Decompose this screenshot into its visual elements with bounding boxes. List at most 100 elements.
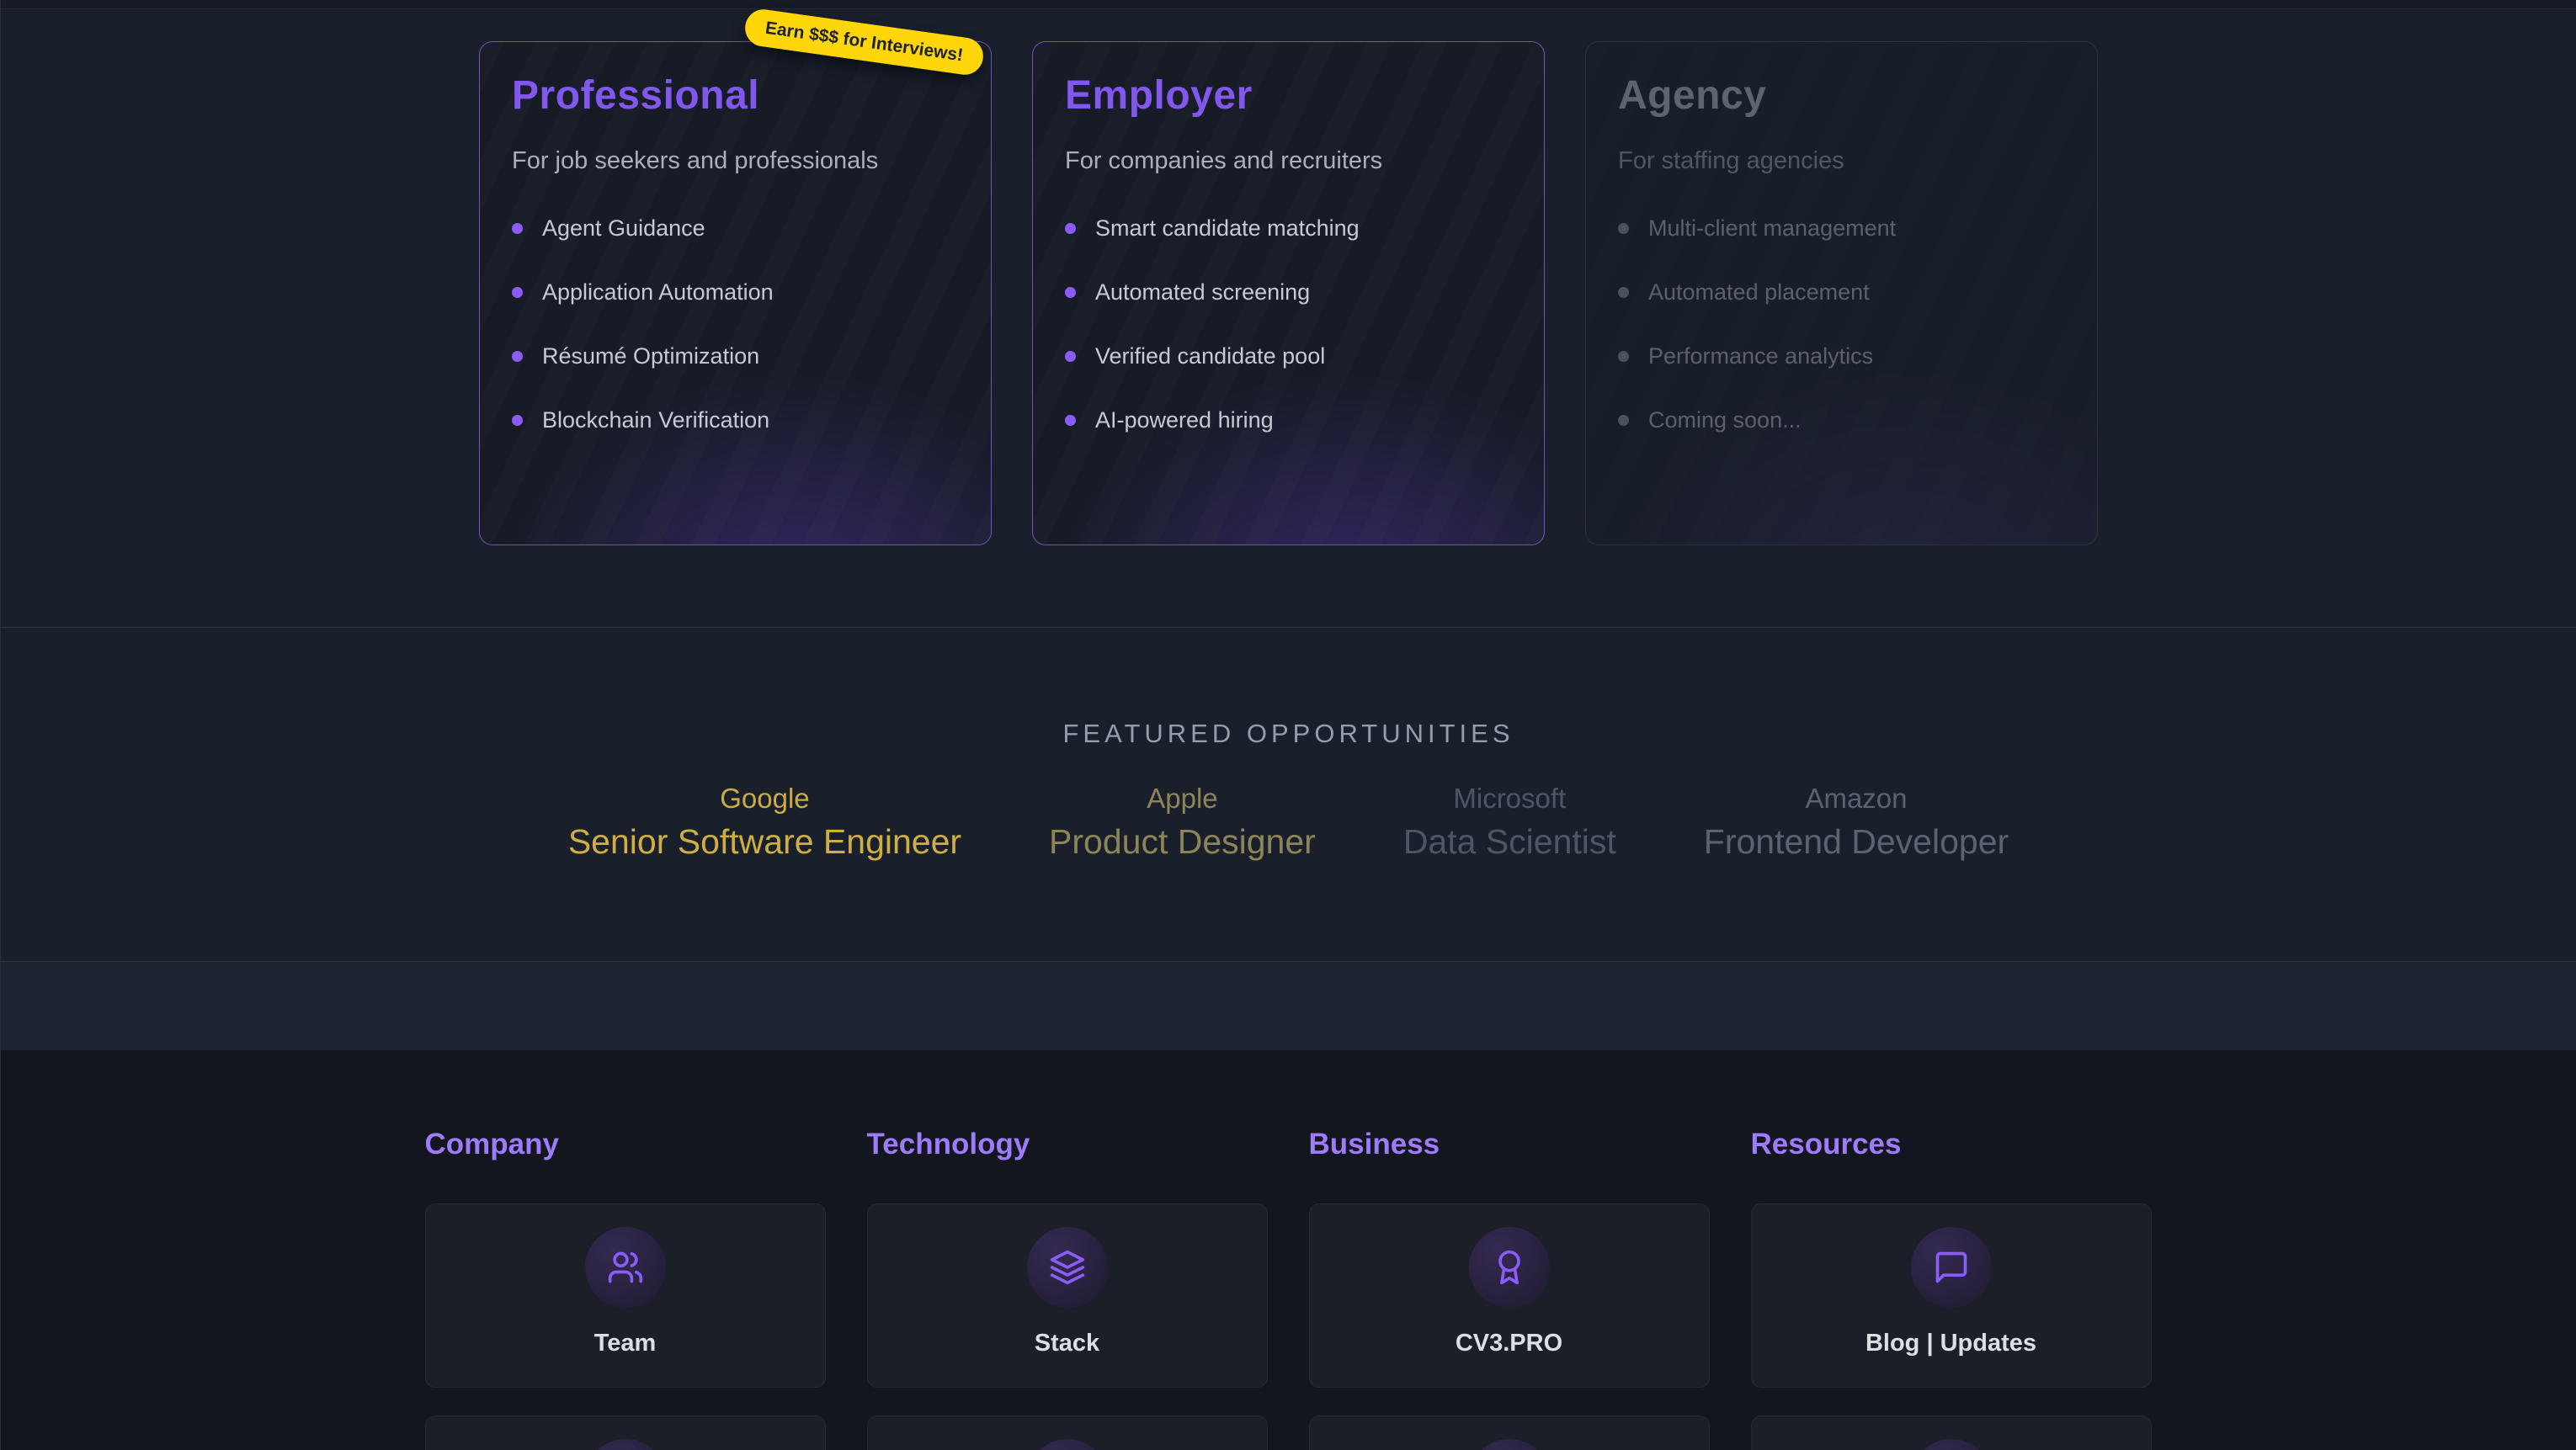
footer-column-title: Technology (867, 1128, 1268, 1161)
plan-card-professional[interactable]: Professional For job seekers and profess… (479, 41, 992, 545)
plan-tagline: For staffing agencies (1618, 147, 2065, 175)
footer-column-technology: Technology Stack (867, 1128, 1268, 1450)
plan-feature-label: Verified candidate pool (1095, 343, 1325, 369)
featured-role: Data Scientist (1403, 821, 1616, 862)
icon-circle (585, 1439, 666, 1450)
plan-feature: Performance analytics (1618, 343, 2065, 369)
bullet-icon (1618, 415, 1629, 426)
plan-feature-label: Application Automation (542, 279, 774, 305)
featured-company: Amazon (1704, 783, 2009, 815)
award-icon (1491, 1249, 1528, 1286)
footer-column-title: Business (1309, 1128, 1710, 1161)
plans-row: Professional For job seekers and profess… (1, 41, 2576, 545)
featured-item-microsoft[interactable]: Microsoft Data Scientist (1403, 783, 1616, 862)
plan-feature: Résumé Optimization (512, 343, 959, 369)
footer-card-partial[interactable] (425, 1415, 826, 1450)
plan-card-employer[interactable]: Employer For companies and recruiters Sm… (1032, 41, 1545, 545)
plan-tagline: For companies and recruiters (1065, 147, 1512, 175)
bullet-icon (1618, 351, 1629, 362)
icon-circle (585, 1227, 666, 1308)
featured-company: Apple (1049, 783, 1316, 815)
plans-section: Professional For job seekers and profess… (1, 9, 2576, 627)
featured-company: Microsoft (1403, 783, 1616, 815)
plan-feature-label: Résumé Optimization (542, 343, 759, 369)
footer-grid: Company Team (425, 1128, 2153, 1450)
footer-card-label: Team (594, 1330, 657, 1357)
plan-feature: Multi-client management (1618, 215, 2065, 242)
plan-feature-list: Smart candidate matching Automated scree… (1065, 215, 1512, 433)
bullet-icon (512, 415, 523, 426)
plan-feature: Smart candidate matching (1065, 215, 1512, 242)
footer-card-partial[interactable] (867, 1415, 1268, 1450)
plan-feature: Automated screening (1065, 279, 1512, 305)
footer-card-partial[interactable] (1751, 1415, 2152, 1450)
bullet-icon (512, 287, 523, 298)
plan-card-agency[interactable]: Agency For staffing agencies Multi-clien… (1585, 41, 2098, 545)
plan-feature-label: Coming soon... (1648, 407, 1802, 433)
footer-column-company: Company Team (425, 1128, 826, 1450)
footer-column-resources: Resources Blog | Updates (1751, 1128, 2152, 1450)
footer-card-partial[interactable] (1309, 1415, 1710, 1450)
featured-opportunities-section: FEATURED OPPORTUNITIES Google Senior Sof… (1, 627, 2576, 962)
bullet-icon (1065, 415, 1076, 426)
plan-feature: Automated placement (1618, 279, 2065, 305)
featured-item-google[interactable]: Google Senior Software Engineer (568, 783, 961, 862)
plan-feature-label: Agent Guidance (542, 215, 705, 242)
icon-circle (1911, 1439, 1992, 1450)
featured-role: Product Designer (1049, 821, 1316, 862)
landing-page: Professional For job seekers and profess… (0, 0, 2576, 1450)
footer-card-stack[interactable]: Stack (867, 1203, 1268, 1388)
plan-feature: Application Automation (512, 279, 959, 305)
footer-card-cv3pro[interactable]: CV3.PRO (1309, 1203, 1710, 1388)
plan-feature-label: Performance analytics (1648, 343, 1873, 369)
plan-title: Agency (1618, 72, 2065, 119)
footer-card-label: CV3.PRO (1456, 1330, 1562, 1357)
footer-column-title: Company (425, 1128, 826, 1161)
bullet-icon (512, 351, 523, 362)
featured-row: Google Senior Software Engineer Apple Pr… (1, 783, 2576, 862)
bullet-icon (1065, 351, 1076, 362)
plan-feature: Agent Guidance (512, 215, 959, 242)
plan-feature: Verified candidate pool (1065, 343, 1512, 369)
featured-heading: FEATURED OPPORTUNITIES (1, 719, 2576, 749)
layers-icon (1049, 1249, 1086, 1286)
icon-circle (1469, 1227, 1550, 1308)
plan-feature: AI-powered hiring (1065, 407, 1512, 433)
section-spacer-band (1, 962, 2576, 1050)
bullet-icon (512, 223, 523, 234)
plan-feature-label: Automated placement (1648, 279, 1870, 305)
footer-card-team[interactable]: Team (425, 1203, 826, 1388)
footer-card-blog[interactable]: Blog | Updates (1751, 1203, 2152, 1388)
plan-feature-label: Multi-client management (1648, 215, 1896, 242)
featured-item-amazon[interactable]: Amazon Frontend Developer (1704, 783, 2009, 862)
plan-tagline: For job seekers and professionals (512, 147, 959, 175)
plan-feature: Blockchain Verification (512, 407, 959, 433)
bullet-icon (1618, 223, 1629, 234)
icon-circle (1469, 1439, 1550, 1450)
plan-feature-label: Smart candidate matching (1095, 215, 1360, 242)
plan-feature-label: AI-powered hiring (1095, 407, 1274, 433)
icon-circle (1027, 1227, 1108, 1308)
bullet-icon (1618, 287, 1629, 298)
users-icon (607, 1249, 644, 1286)
plan-title: Employer (1065, 72, 1512, 119)
speech-bubble-icon (1933, 1249, 1970, 1286)
footer-card-label: Blog | Updates (1865, 1330, 2036, 1357)
bullet-icon (1065, 223, 1076, 234)
plan-title: Professional (512, 72, 959, 119)
plan-feature-list: Agent Guidance Application Automation Ré… (512, 215, 959, 433)
featured-role: Frontend Developer (1704, 821, 2009, 862)
footer: Company Team (1, 1050, 2576, 1450)
plan-feature-label: Automated screening (1095, 279, 1310, 305)
plan-feature-label: Blockchain Verification (542, 407, 769, 433)
icon-circle (1027, 1439, 1108, 1450)
footer-card-label: Stack (1035, 1330, 1099, 1357)
section-divider-top (1, 0, 2576, 9)
footer-column-title: Resources (1751, 1128, 2152, 1161)
bullet-icon (1065, 287, 1076, 298)
plan-feature: Coming soon... (1618, 407, 2065, 433)
plan-feature-list: Multi-client management Automated placem… (1618, 215, 2065, 433)
featured-item-apple[interactable]: Apple Product Designer (1049, 783, 1316, 862)
icon-circle (1911, 1227, 1992, 1308)
featured-role: Senior Software Engineer (568, 821, 961, 862)
